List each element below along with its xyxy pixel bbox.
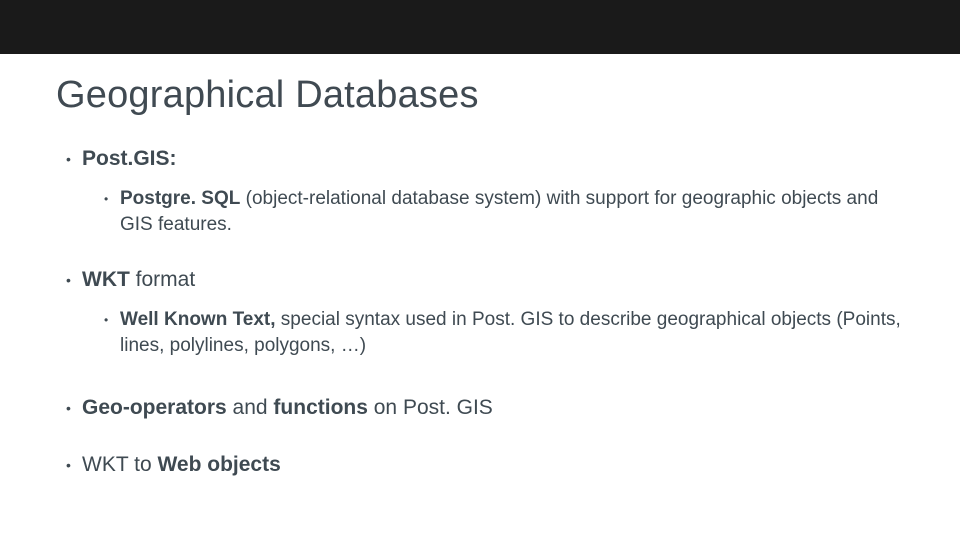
slide-body: Geographical Databases Post.GIS: Postgre… — [0, 54, 960, 479]
text: on Post. GIS — [368, 396, 493, 419]
text: and — [227, 396, 274, 419]
list-item: Postgre. SQL (object-relational database… — [104, 186, 904, 237]
text-bold: WKT — [82, 268, 130, 291]
list-item-heading: WKT format — [82, 268, 195, 291]
list-item: Well Known Text, special syntax used in … — [104, 307, 904, 358]
text: format — [130, 268, 195, 291]
text-bold: Well Known Text, — [120, 309, 276, 330]
slide-title: Geographical Databases — [56, 74, 904, 117]
bullet-list-level2: Well Known Text, special syntax used in … — [82, 307, 904, 358]
list-item: Post.GIS: Postgre. SQL (object-relationa… — [66, 145, 904, 238]
topbar — [0, 0, 960, 54]
text-bold: Geo-operators — [82, 396, 227, 419]
list-item-heading: WKT to Web objects — [82, 453, 281, 476]
text-bold: Web objects — [157, 453, 280, 476]
list-item: Geo-operators and functions on Post. GIS — [66, 394, 904, 421]
text: WKT to — [82, 453, 157, 476]
text-bold: functions — [273, 396, 368, 419]
text-bold: Post.GIS: — [82, 147, 177, 170]
bullet-list-level1: Post.GIS: Postgre. SQL (object-relationa… — [56, 145, 904, 479]
list-item-heading: Post.GIS: — [82, 147, 177, 170]
bullet-list-level2: Postgre. SQL (object-relational database… — [82, 186, 904, 237]
list-item: WKT to Web objects — [66, 451, 904, 478]
list-item: WKT format Well Known Text, special synt… — [66, 266, 904, 359]
text-bold: Postgre. SQL — [120, 188, 240, 209]
list-item-heading: Geo-operators and functions on Post. GIS — [82, 396, 493, 419]
